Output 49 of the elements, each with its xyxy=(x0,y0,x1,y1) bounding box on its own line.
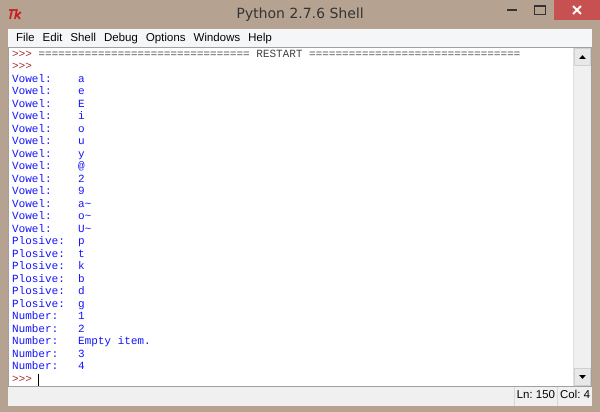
column-number-status: Col: 4 xyxy=(556,387,592,406)
output-line: Vowel: 9 xyxy=(12,186,85,198)
menu-item[interactable]: Edit xyxy=(38,32,66,44)
tk-logo-icon xyxy=(8,8,24,20)
output-line: Vowel: o~ xyxy=(12,211,92,224)
up-arrow-icon xyxy=(579,54,586,58)
output-line: Vowel: i xyxy=(12,111,85,124)
output-line: Vowel: U~ xyxy=(12,224,92,236)
shell-prompt: >>> xyxy=(12,374,32,386)
vertical-scrollbar[interactable] xyxy=(573,48,591,386)
output-line: Plosive: g xyxy=(12,298,85,311)
output-line: Vowel: y xyxy=(12,148,85,161)
output-line: Number: 2 xyxy=(12,324,85,336)
output-line: Plosive: t xyxy=(12,248,85,261)
close-icon xyxy=(572,5,582,15)
close-button[interactable] xyxy=(554,0,600,20)
output-line: Vowel: @ xyxy=(12,161,85,174)
output-line: Number: 1 xyxy=(12,311,85,324)
down-arrow-icon xyxy=(579,375,586,379)
output-line: Vowel: E xyxy=(12,98,85,111)
menu-item[interactable]: Debug xyxy=(100,32,142,44)
menu-item[interactable]: Options xyxy=(142,32,190,44)
output-line: Vowel: o xyxy=(12,124,85,136)
output-line: Number: 3 xyxy=(12,348,85,361)
output-line: Plosive: k xyxy=(12,261,85,274)
output-line: Vowel: u xyxy=(12,136,85,148)
output-line: Vowel: a~ xyxy=(12,198,92,211)
shell-prompt: >>> xyxy=(12,61,32,74)
window-title: Python 2.7.6 Shell xyxy=(236,6,364,22)
shell-prompt: >>> xyxy=(12,48,32,61)
maximize-icon xyxy=(534,5,546,15)
output-line: Vowel: e xyxy=(12,86,85,98)
text-cursor xyxy=(38,374,39,386)
menu-item[interactable]: File xyxy=(12,32,39,44)
scroll-up-button[interactable] xyxy=(574,48,591,66)
output-line: Vowel: 2 xyxy=(12,174,85,186)
output-line: Number: 4 xyxy=(12,361,85,374)
output-line: Plosive: b xyxy=(12,274,85,286)
scroll-down-button[interactable] xyxy=(574,368,591,386)
output-line: Vowel: a xyxy=(12,74,85,86)
restart-line: ================================ RESTART ================================ xyxy=(38,48,520,61)
line-number-status: Ln: 150 xyxy=(514,387,557,406)
output-line: Plosive: d xyxy=(12,286,85,298)
menu-item[interactable]: Windows xyxy=(189,32,244,44)
menu-item[interactable]: Help xyxy=(244,32,276,44)
menu-item[interactable]: Shell xyxy=(66,32,100,44)
minimize-icon xyxy=(507,9,517,11)
output-line: Number: Empty item. xyxy=(12,336,151,348)
output-line: Plosive: p xyxy=(12,236,85,248)
